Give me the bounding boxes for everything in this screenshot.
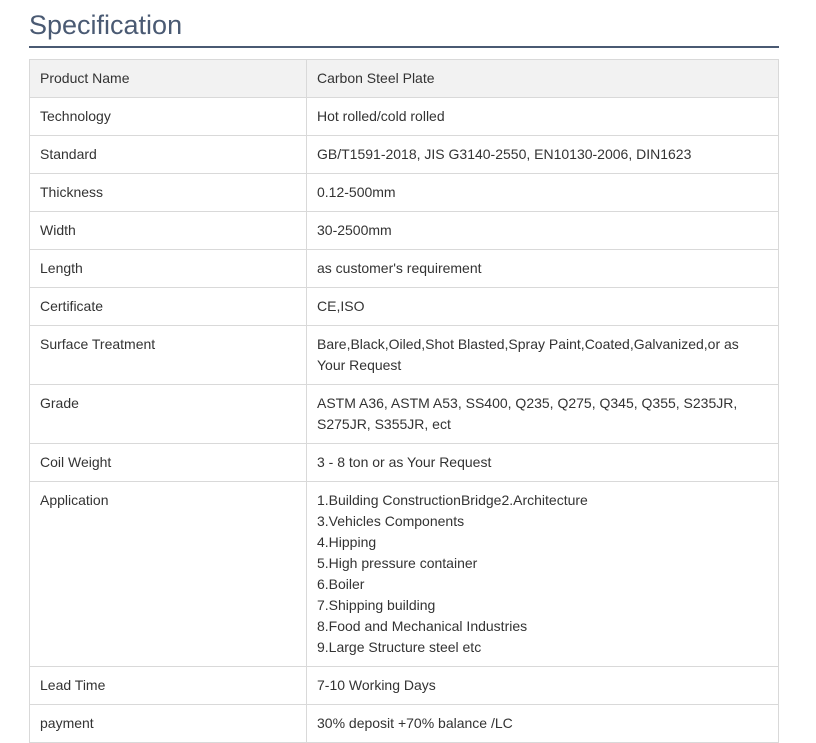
spec-label: Coil Weight <box>29 443 307 482</box>
spec-value: 7-10 Working Days <box>306 666 779 705</box>
table-row: Surface Treatment Bare,Black,Oiled,Shot B… <box>29 325 779 385</box>
table-row: Standard GB/T1591-2018, JIS G3140-2550, E… <box>29 135 779 174</box>
spec-value: 1.Building ConstructionBridge2.Architect… <box>306 481 779 667</box>
spec-value-line: 3.Vehicles Components <box>317 513 465 529</box>
spec-value: 0.12-500mm <box>306 173 779 212</box>
spec-label: Product Name <box>29 59 307 98</box>
table-row: Application 1.Building ConstructionBridge… <box>29 481 779 667</box>
table-row: Grade ASTM A36, ASTM A53, SS400, Q235, Q2… <box>29 384 779 444</box>
spec-value-line: 9.Large Structure steel etc <box>317 639 482 655</box>
spec-value-line: Your Request <box>317 357 402 373</box>
spec-label: Standard <box>29 135 307 174</box>
spec-value-line: Carbon Steel Plate <box>317 70 435 86</box>
spec-value: CE,ISO <box>306 287 779 326</box>
spec-value-line: 30-2500mm <box>317 222 392 238</box>
spec-value-line: CE,ISO <box>317 298 365 314</box>
spec-value: 30% deposit +70% balance /LC <box>306 704 779 743</box>
table-row: Coil Weight 3 - 8 ton or as Your Request <box>29 443 779 482</box>
spec-value-line: 1.Building ConstructionBridge2.Architect… <box>317 492 588 508</box>
table-row: Width 30-2500mm <box>29 211 779 250</box>
page: Specification Product Name Carbon Steel P… <box>0 0 816 743</box>
spec-value: Bare,Black,Oiled,Shot Blasted,Spray Pain… <box>306 325 779 385</box>
table-row: Technology Hot rolled/cold rolled <box>29 97 779 136</box>
spec-label: Length <box>29 249 307 288</box>
specification-table: Product Name Carbon Steel Plate Technology… <box>29 59 779 743</box>
spec-value: as customer's requirement <box>306 249 779 288</box>
spec-value-line: ASTM A36, ASTM A53, SS400, Q235, Q275, Q… <box>317 395 738 411</box>
table-row: Length as customer's requirement <box>29 249 779 288</box>
spec-value-line: Hot rolled/cold rolled <box>317 108 445 124</box>
spec-label: Lead Time <box>29 666 307 705</box>
spec-value-line: 0.12-500mm <box>317 184 396 200</box>
spec-value-line: Bare,Black,Oiled,Shot Blasted,Spray Pain… <box>317 336 739 352</box>
spec-value-line: 7.Shipping building <box>317 597 436 613</box>
spec-value-line: 5.High pressure container <box>317 555 478 571</box>
spec-label: Grade <box>29 384 307 444</box>
spec-value-line: S275JR, S355JR, ect <box>317 416 451 432</box>
spec-value-line: 6.Boiler <box>317 576 365 592</box>
spec-label: Thickness <box>29 173 307 212</box>
page-title: Specification <box>29 10 183 40</box>
spec-label: Surface Treatment <box>29 325 307 385</box>
spec-value: 3 - 8 ton or as Your Request <box>306 443 779 482</box>
spec-label: payment <box>29 704 307 743</box>
title-divider <box>29 46 779 48</box>
table-row: Thickness 0.12-500mm <box>29 173 779 212</box>
spec-value-line: GB/T1591-2018, JIS G3140-2550, EN10130-2… <box>317 146 692 162</box>
table-row: Product Name Carbon Steel Plate <box>29 59 779 98</box>
spec-value-line: 30% deposit +70% balance /LC <box>317 715 513 731</box>
spec-value-line: as customer's requirement <box>317 260 482 276</box>
spec-value: Carbon Steel Plate <box>306 59 779 98</box>
spec-label: Application <box>29 481 307 667</box>
spec-value: ASTM A36, ASTM A53, SS400, Q235, Q275, Q… <box>306 384 779 444</box>
spec-value: GB/T1591-2018, JIS G3140-2550, EN10130-2… <box>306 135 779 174</box>
spec-value-line: 3 - 8 ton or as Your Request <box>317 454 492 470</box>
specification-table-body: Product Name Carbon Steel Plate Technology… <box>29 59 779 743</box>
table-row: Lead Time 7-10 Working Days <box>29 666 779 705</box>
table-row: payment 30% deposit +70% balance /LC <box>29 704 779 743</box>
spec-value: 30-2500mm <box>306 211 779 250</box>
spec-label: Technology <box>29 97 307 136</box>
spec-value-line: 4.Hipping <box>317 534 377 550</box>
spec-value-line: 8.Food and Mechanical Industries <box>317 618 528 634</box>
spec-value-line: 7-10 Working Days <box>317 677 436 693</box>
table-row: Certificate CE,ISO <box>29 287 779 326</box>
spec-value: Hot rolled/cold rolled <box>306 97 779 136</box>
spec-label: Width <box>29 211 307 250</box>
spec-label: Certificate <box>29 287 307 326</box>
